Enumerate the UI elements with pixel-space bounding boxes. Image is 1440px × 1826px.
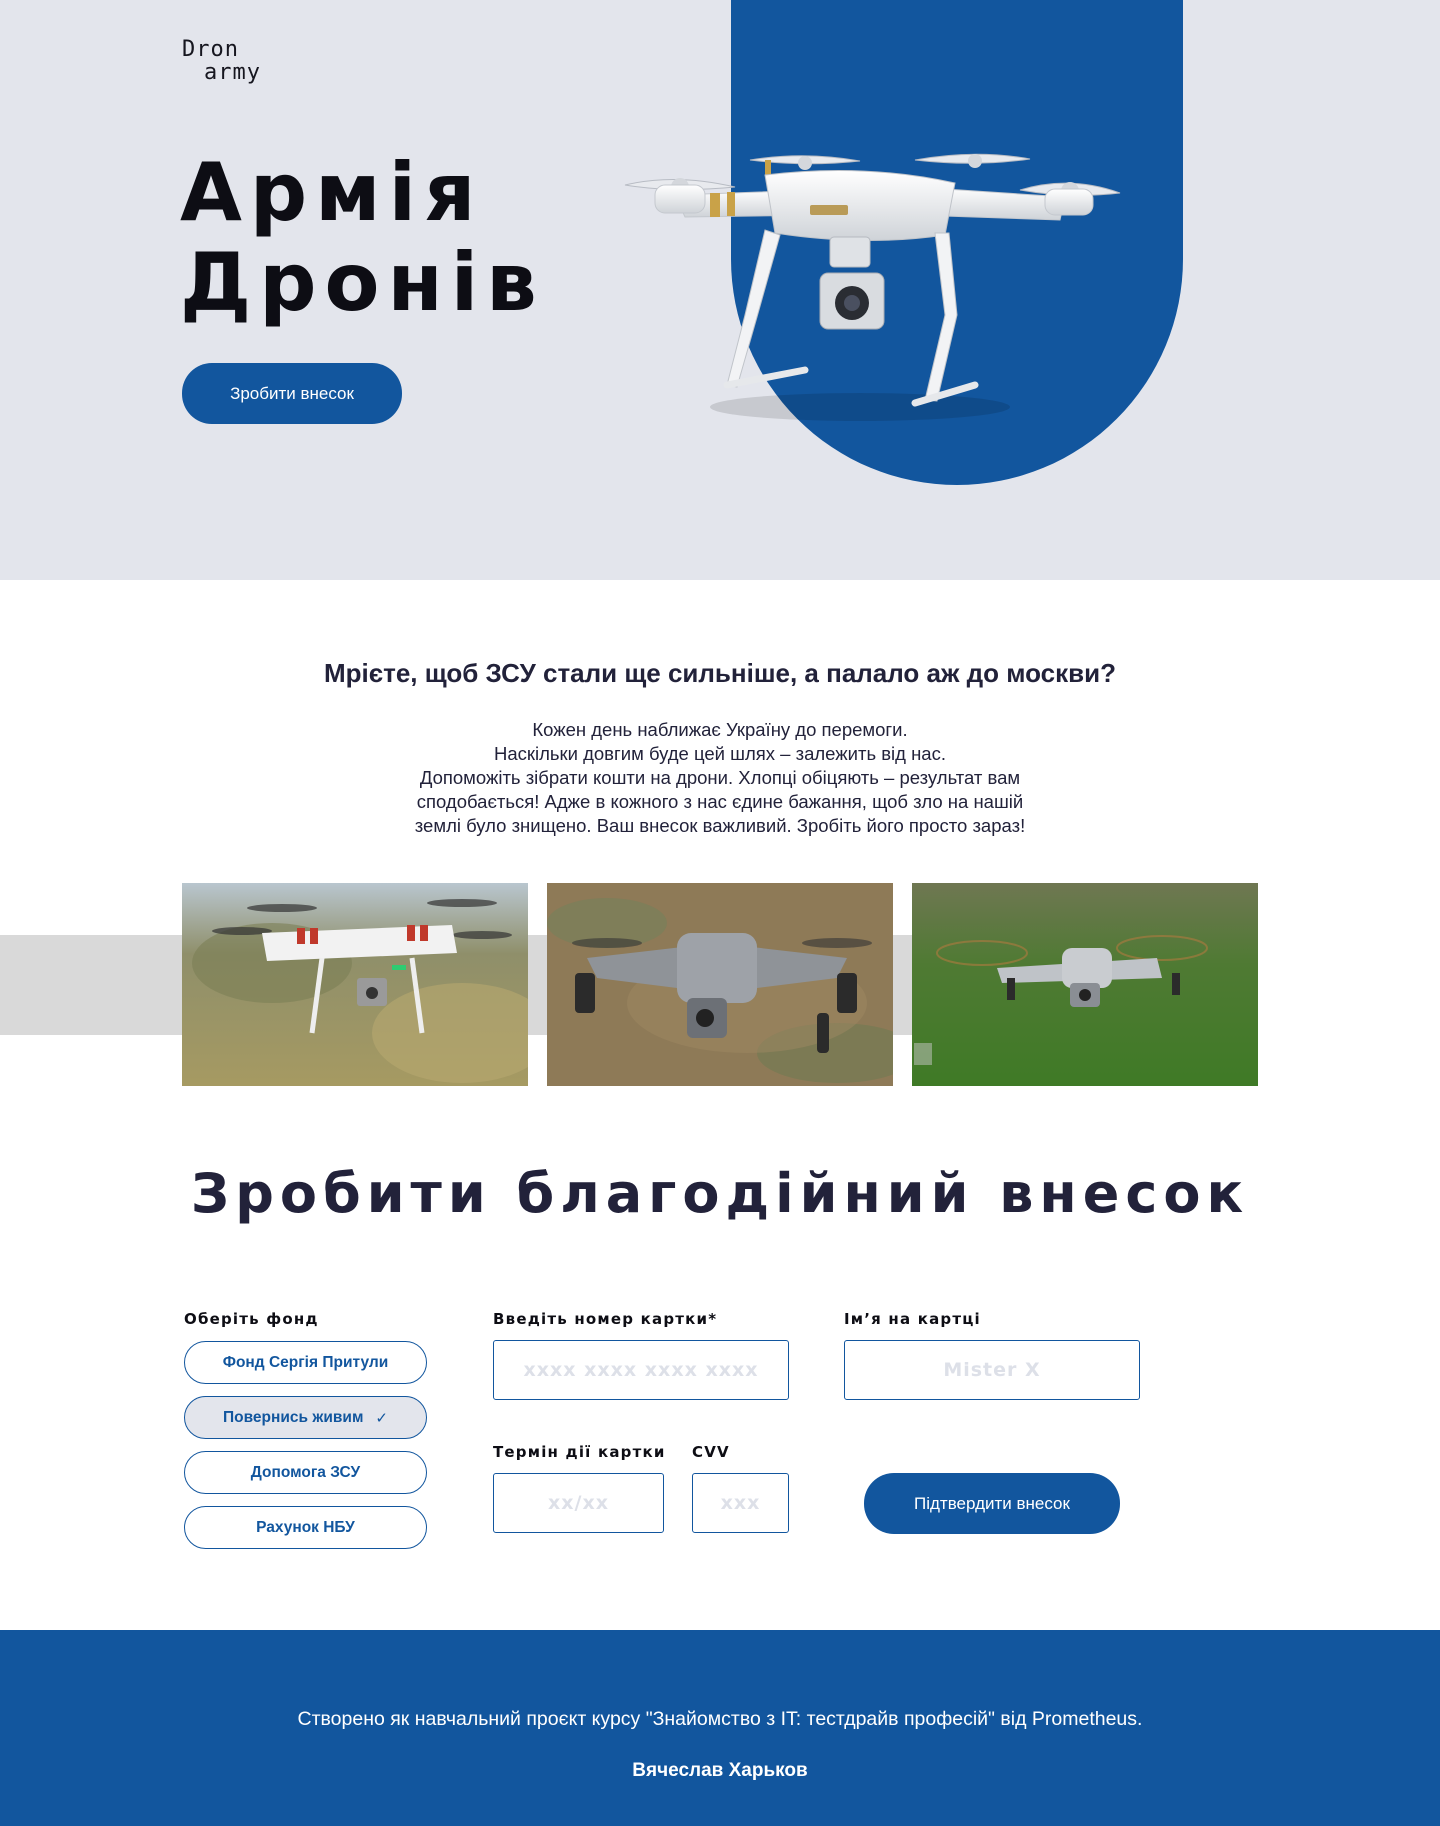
hero-donate-button[interactable]: Зробити внесок (182, 363, 402, 424)
intro-line: Кожен день наближає Україну до перемоги. (532, 719, 908, 740)
cvv-input[interactable] (692, 1473, 789, 1533)
intro-text: Кожен день наближає Україну до перемоги.… (350, 718, 1090, 838)
gallery-photo-3 (912, 883, 1258, 1086)
card-number-label: Введіть номер картки* (493, 1310, 718, 1328)
footer: Створено як навчальний проєкт курсу "Зна… (0, 1630, 1440, 1826)
logo-line-1: Dron (182, 37, 239, 62)
fund-option-nbu[interactable]: Рахунок НБУ (184, 1506, 427, 1549)
expiry-input[interactable] (493, 1473, 664, 1533)
intro-line: землі було знищено. Ваш внесок важливий.… (414, 815, 1026, 836)
fund-option-prytula[interactable]: Фонд Сергія Притули (184, 1341, 427, 1384)
hero-title: Армія Дронів (180, 148, 545, 328)
expiry-label: Термін дії картки (493, 1443, 666, 1461)
footer-text: Створено як навчальний проєкт курсу "Зна… (297, 1708, 1143, 1730)
cvv-label: CVV (692, 1443, 730, 1461)
intro-line: Допоможіть зібрати кошти на дрони. Хлопц… (419, 767, 1021, 788)
fund-label: Оберіть фонд (184, 1310, 319, 1328)
intro-title: Мрієте, щоб ЗСУ стали ще сильніше, а пал… (323, 658, 1117, 688)
confirm-donation-button[interactable]: Підтвердити внесок (864, 1473, 1120, 1534)
logo[interactable]: Dron army (182, 38, 261, 84)
checkmark-icon: ✓ (375, 1409, 388, 1427)
intro-line: Наскільки довгим буде цей шлях – залежит… (493, 743, 946, 764)
logo-line-2: army (204, 60, 261, 85)
card-number-input[interactable] (493, 1340, 789, 1400)
card-name-input[interactable] (844, 1340, 1140, 1400)
fund-option-label: Повернись живим (223, 1408, 364, 1426)
hero-title-line-2: Дронів (180, 236, 545, 329)
card-name-label: Ім’я на картці (844, 1310, 981, 1328)
hero-drone-image (624, 153, 1121, 421)
gallery-photo-1 (182, 883, 528, 1086)
hero-section: Dron army Армія Дронів Зробити внесок (0, 0, 1440, 580)
fund-option-label: Фонд Сергія Притули (222, 1353, 389, 1371)
fund-option-label: Рахунок НБУ (256, 1518, 355, 1536)
donate-title: Зробити благодійний внесок (190, 1162, 1250, 1225)
fund-option-dopomoha-zsu[interactable]: Допомога ЗСУ (184, 1451, 427, 1494)
fund-option-povernys-zhyvym[interactable]: Повернись живим ✓ (184, 1396, 427, 1439)
footer-author: Вячеслав Харьков (632, 1760, 808, 1781)
intro-line: сподобається! Адже в кожного з нас єдине… (416, 791, 1024, 812)
hero-title-line-1: Армія (180, 146, 484, 239)
gallery-photo-2 (547, 883, 893, 1086)
fund-option-label: Допомога ЗСУ (250, 1463, 361, 1481)
